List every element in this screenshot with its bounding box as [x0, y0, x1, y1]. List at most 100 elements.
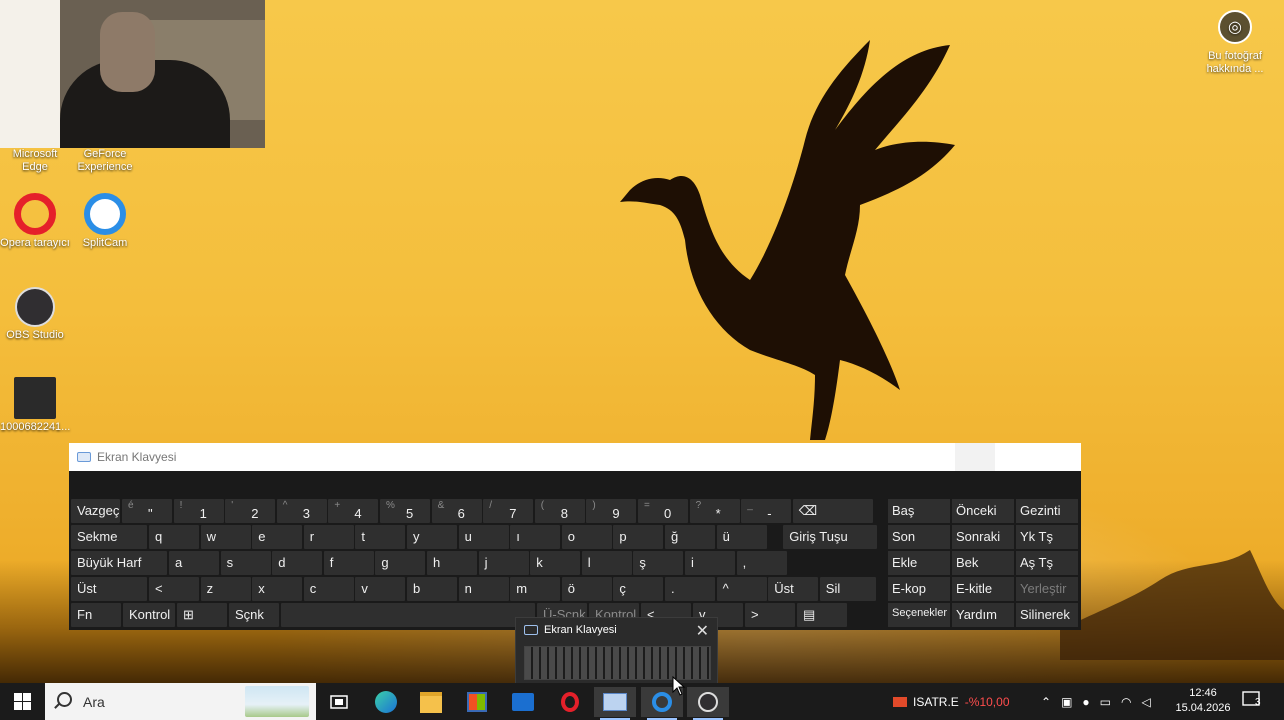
nav-key[interactable]: E-kop: [888, 577, 950, 601]
key[interactable]: g: [375, 551, 426, 575]
key-shift-right[interactable]: Üst: [768, 577, 819, 601]
key[interactable]: n: [458, 577, 509, 601]
key[interactable]: _ -: [741, 499, 792, 523]
notification-button[interactable]: 3: [1242, 691, 1264, 711]
key[interactable]: e: [252, 525, 303, 549]
key[interactable]: l: [581, 551, 632, 575]
key-caps-lock[interactable]: Büyük Harf: [71, 551, 167, 575]
key-space[interactable]: [281, 603, 535, 627]
nav-key[interactable]: Silinerek: [1016, 603, 1078, 627]
key-enter[interactable]: Giriş Tuşu: [783, 525, 878, 549]
nav-key[interactable]: Sonraki: [952, 525, 1014, 549]
key[interactable]: y: [407, 525, 457, 549]
nav-key[interactable]: Ekle: [888, 551, 950, 575]
taskbar-thumbnail[interactable]: Ekran Klavyesi ✕: [515, 617, 718, 685]
key-menu[interactable]: ▤: [797, 603, 847, 627]
key[interactable]: ö: [561, 577, 612, 601]
nav-key[interactable]: Aş Tş: [1016, 551, 1078, 575]
taskbar-edge[interactable]: [365, 687, 407, 717]
key[interactable]: d: [272, 551, 323, 575]
key-vazgec[interactable]: Vazgeç: [71, 499, 120, 523]
volume-icon[interactable]: ◁: [1141, 695, 1150, 709]
key[interactable]: v: [355, 577, 406, 601]
meet-now-icon[interactable]: ▣: [1061, 695, 1072, 709]
key[interactable]: é ": [122, 499, 172, 523]
key[interactable]: & 6: [431, 499, 482, 523]
key[interactable]: s: [220, 551, 271, 575]
photo-info-button[interactable]: ◎ Bu fotoğraf hakkında ...: [1200, 10, 1270, 76]
key[interactable]: +4: [328, 499, 379, 523]
taskbar-file-explorer[interactable]: [410, 687, 452, 717]
key-backspace[interactable]: ⌫: [792, 499, 873, 523]
desktop-icon-image-file[interactable]: 1000682241...: [0, 377, 70, 434]
search-box[interactable]: Ara: [45, 683, 316, 720]
key[interactable]: t: [355, 525, 406, 549]
key[interactable]: j: [478, 551, 529, 575]
key[interactable]: ç: [613, 577, 664, 601]
nav-key[interactable]: Yerleştir: [1016, 577, 1078, 601]
key[interactable]: ^: [716, 577, 767, 601]
nav-key[interactable]: E-kitle: [952, 577, 1014, 601]
on-screen-keyboard-window[interactable]: Ekran Klavyesi Vazgeç é "! 1 ' 2 ^ 3 +4% 5 & 6/7(8)…: [69, 443, 1081, 630]
key[interactable]: .: [665, 577, 715, 601]
key[interactable]: w: [200, 525, 251, 549]
chevron-up-icon[interactable]: ⌃: [1041, 695, 1051, 709]
key-fn[interactable]: Fn: [71, 603, 121, 627]
nav-key[interactable]: Gezinti: [1016, 499, 1078, 523]
key[interactable]: r: [303, 525, 354, 549]
key-delete[interactable]: Sil: [819, 577, 876, 601]
key[interactable]: f: [323, 551, 374, 575]
key[interactable]: = 0: [638, 499, 688, 523]
key[interactable]: k: [530, 551, 581, 575]
key[interactable]: c: [303, 577, 354, 601]
key[interactable]: <: [149, 577, 199, 601]
key[interactable]: q: [149, 525, 199, 549]
nav-key[interactable]: Yk Tş: [1016, 525, 1078, 549]
desktop-icon-geforce[interactable]: GeForce Experience: [70, 148, 140, 174]
key[interactable]: ı: [510, 525, 561, 549]
key[interactable]: ,: [736, 551, 787, 575]
key[interactable]: h: [427, 551, 477, 575]
key[interactable]: u: [458, 525, 509, 549]
nav-key[interactable]: Önceki: [952, 499, 1014, 523]
key[interactable]: ) 9: [586, 499, 637, 523]
key[interactable]: a: [169, 551, 219, 575]
battery-icon[interactable]: ▭: [1100, 695, 1111, 709]
key[interactable]: ? *: [689, 499, 740, 523]
close-icon[interactable]: ✕: [696, 621, 709, 641]
desktop-icon-splitcam[interactable]: SplitCam: [70, 193, 140, 250]
key[interactable]: ü: [716, 525, 767, 549]
key[interactable]: m: [510, 577, 561, 601]
nav-key[interactable]: Yardım: [952, 603, 1014, 627]
task-view-button[interactable]: [318, 687, 360, 717]
taskbar-store[interactable]: [456, 687, 498, 717]
key[interactable]: i: [685, 551, 735, 575]
taskbar-osk[interactable]: [594, 687, 636, 720]
key[interactable]: ! 1: [173, 499, 224, 523]
key[interactable]: ' 2: [225, 499, 276, 523]
key[interactable]: x: [252, 577, 303, 601]
nav-key[interactable]: Baş: [888, 499, 950, 523]
key-shift-left[interactable]: Üst: [71, 577, 147, 601]
key[interactable]: b: [407, 577, 457, 601]
wifi-icon[interactable]: ◠: [1121, 695, 1131, 709]
microphone-icon[interactable]: ●: [1082, 695, 1089, 709]
key-windows[interactable]: ⊞: [177, 603, 227, 627]
key-arrow-right[interactable]: >: [745, 603, 795, 627]
stock-widget[interactable]: ISATR.E -%10,00: [893, 683, 1010, 720]
key-tab[interactable]: Sekme: [71, 525, 147, 549]
key[interactable]: z: [200, 577, 251, 601]
key[interactable]: o: [561, 525, 612, 549]
taskbar-obs[interactable]: [687, 687, 729, 720]
window-control-area[interactable]: [955, 443, 995, 471]
desktop-icon-obs[interactable]: OBS Studio: [0, 287, 70, 342]
key[interactable]: p: [613, 525, 664, 549]
key[interactable]: ş: [633, 551, 684, 575]
nav-key[interactable]: Seçenekler: [888, 603, 950, 627]
taskbar-opera[interactable]: [549, 687, 591, 717]
key[interactable]: (8: [534, 499, 585, 523]
desktop-icon-opera[interactable]: Opera tarayıcı: [0, 193, 70, 250]
nav-key[interactable]: Bek: [952, 551, 1014, 575]
key[interactable]: ^ 3: [276, 499, 327, 523]
key[interactable]: % 5: [380, 499, 430, 523]
